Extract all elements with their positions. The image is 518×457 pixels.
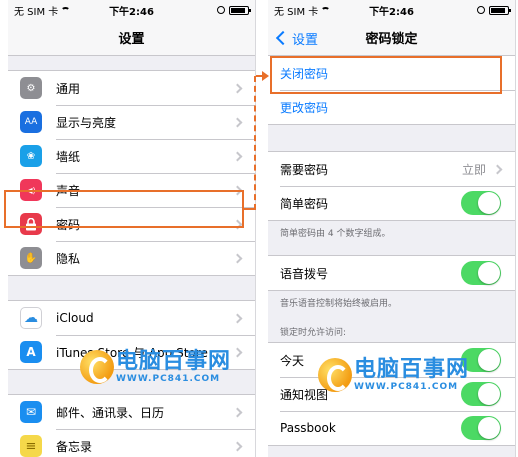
settings-item-label: 显示与亮度 xyxy=(56,115,117,130)
cloud-icon: ☁ xyxy=(20,307,42,329)
nav-bar: 设置 xyxy=(8,20,255,56)
settings-item-general[interactable]: ⚙ 通用 xyxy=(8,71,255,105)
settings-item-label: 密码 xyxy=(56,217,81,232)
settings-item-sounds[interactable]: ◀) 声音 xyxy=(8,173,255,207)
chevron-right-icon xyxy=(232,253,243,263)
status-bar: 无 SIM 卡 下午2:46 xyxy=(268,0,515,20)
notes-icon: ≡ xyxy=(20,435,42,457)
status-bar: 无 SIM 卡 下午2:46 xyxy=(8,0,255,20)
today-label: 今天 xyxy=(280,353,305,368)
lock-icon xyxy=(20,213,42,235)
voice-dial-group: 语音拨号 xyxy=(268,255,515,291)
settings-item-itunes-app-store[interactable]: A iTunes Store 与 App Store xyxy=(8,335,255,369)
turn-passcode-off-button[interactable]: 关闭密码 xyxy=(268,56,515,90)
settings-item-label: iTunes Store 与 App Store xyxy=(56,345,208,360)
mail-icon: ✉ xyxy=(20,401,42,423)
simple-passcode-row: 简单密码 xyxy=(268,186,515,220)
voice-dial-toggle[interactable] xyxy=(461,261,501,285)
hand-icon: ✋ xyxy=(20,247,42,269)
settings-item-label: iCloud xyxy=(56,311,94,325)
simple-passcode-label: 简单密码 xyxy=(280,196,329,211)
carrier-label: 无 SIM 卡 xyxy=(274,6,319,18)
page-title: 密码锁定 xyxy=(365,32,418,47)
settings-item-label: 通用 xyxy=(56,81,81,96)
chevron-right-icon xyxy=(232,185,243,195)
settings-item-label: 声音 xyxy=(56,183,81,198)
passbook-toggle[interactable] xyxy=(461,416,501,440)
lock-access-header: 锁定时允许访问: xyxy=(280,328,347,338)
display-brightness-icon: AA xyxy=(20,111,42,133)
wifi-icon xyxy=(61,6,71,14)
gear-icon: ⚙ xyxy=(20,77,42,99)
notifications-view-label: 通知视图 xyxy=(280,387,329,402)
settings-item-label: 备忘录 xyxy=(56,439,93,454)
battery-icon xyxy=(489,5,511,15)
chevron-right-icon xyxy=(492,164,503,174)
rotation-lock-icon xyxy=(477,6,485,14)
require-passcode-label: 需要密码 xyxy=(280,162,329,177)
settings-item-label: 墙纸 xyxy=(56,149,81,164)
rotation-lock-icon xyxy=(217,6,225,14)
settings-item-icloud[interactable]: ☁ iCloud xyxy=(8,301,255,335)
carrier-label: 无 SIM 卡 xyxy=(14,6,59,18)
require-passcode-group: 需要密码 立即 简单密码 xyxy=(268,151,515,221)
chevron-right-icon xyxy=(232,347,243,357)
simple-passcode-note: 简单密码由 4 个数字组成。 xyxy=(280,229,391,239)
chevron-right-icon xyxy=(232,313,243,323)
wallpaper-icon: ❀ xyxy=(20,145,42,167)
voice-dial-label: 语音拨号 xyxy=(280,266,329,281)
passcode-actions-group: 关闭密码 更改密码 xyxy=(268,56,515,125)
page-title: 设置 xyxy=(118,32,145,47)
nav-bar: 设置 密码锁定 xyxy=(268,20,515,56)
today-row: 今天 xyxy=(268,343,515,377)
change-passcode-button[interactable]: 更改密码 xyxy=(268,90,515,124)
voice-dial-row: 语音拨号 xyxy=(268,256,515,290)
today-toggle[interactable] xyxy=(461,348,501,372)
dashed-connector-top xyxy=(256,75,264,77)
app-store-icon: A xyxy=(20,341,42,363)
settings-item-passcode[interactable]: 密码 xyxy=(8,207,255,241)
chevron-right-icon xyxy=(232,407,243,417)
chevron-right-icon xyxy=(232,219,243,229)
require-passcode-row[interactable]: 需要密码 立即 xyxy=(268,152,515,186)
require-passcode-value: 立即 xyxy=(461,162,486,177)
settings-group-2: ☁ iCloud A iTunes Store 与 App Store xyxy=(8,300,255,370)
settings-item-mail[interactable]: ✉ 邮件、通讯录、日历 xyxy=(8,395,255,429)
settings-item-notes[interactable]: ≡ 备忘录 xyxy=(8,429,255,457)
notifications-view-row: 通知视图 xyxy=(268,377,515,411)
turn-passcode-off-label: 关闭密码 xyxy=(280,66,329,81)
back-label: 设置 xyxy=(292,32,319,48)
settings-item-wallpaper[interactable]: ❀ 墙纸 xyxy=(8,139,255,173)
settings-item-privacy[interactable]: ✋ 隐私 xyxy=(8,241,255,275)
settings-group-3: ✉ 邮件、通讯录、日历 ≡ 备忘录 xyxy=(8,394,255,457)
settings-item-display[interactable]: AA 显示与亮度 xyxy=(8,105,255,139)
wifi-icon xyxy=(321,6,331,14)
chevron-right-icon xyxy=(232,83,243,93)
chevron-right-icon xyxy=(232,117,243,127)
change-passcode-label: 更改密码 xyxy=(280,100,329,115)
simple-passcode-toggle[interactable] xyxy=(461,191,501,215)
passbook-row: Passbook xyxy=(268,411,515,445)
voice-dial-note: 音乐语音控制将始终被启用。 xyxy=(280,299,398,309)
notifications-view-toggle[interactable] xyxy=(461,382,501,406)
passcode-lock-screen: 无 SIM 卡 下午2:46 设置 密码锁定 关闭密码 更改密码 需要密码 立即 xyxy=(268,0,516,457)
settings-item-label: 隐私 xyxy=(56,251,81,266)
battery-icon xyxy=(229,5,251,15)
settings-item-label: 邮件、通讯录、日历 xyxy=(56,405,165,420)
chevron-left-icon xyxy=(275,30,291,46)
settings-screen: 无 SIM 卡 下午2:46 设置 ⚙ 通用 AA 显示与亮度 ❀ 墙纸 ◀) xyxy=(8,0,256,457)
chevron-right-icon xyxy=(232,151,243,161)
passbook-label: Passbook xyxy=(280,421,336,435)
back-button[interactable]: 设置 xyxy=(272,20,318,56)
speaker-icon: ◀) xyxy=(20,179,42,201)
lock-access-group: 今天 通知视图 Passbook xyxy=(268,342,515,446)
chevron-right-icon xyxy=(232,441,243,451)
settings-group-1: ⚙ 通用 AA 显示与亮度 ❀ 墙纸 ◀) 声音 密码 ✋ 隐私 xyxy=(8,70,255,276)
